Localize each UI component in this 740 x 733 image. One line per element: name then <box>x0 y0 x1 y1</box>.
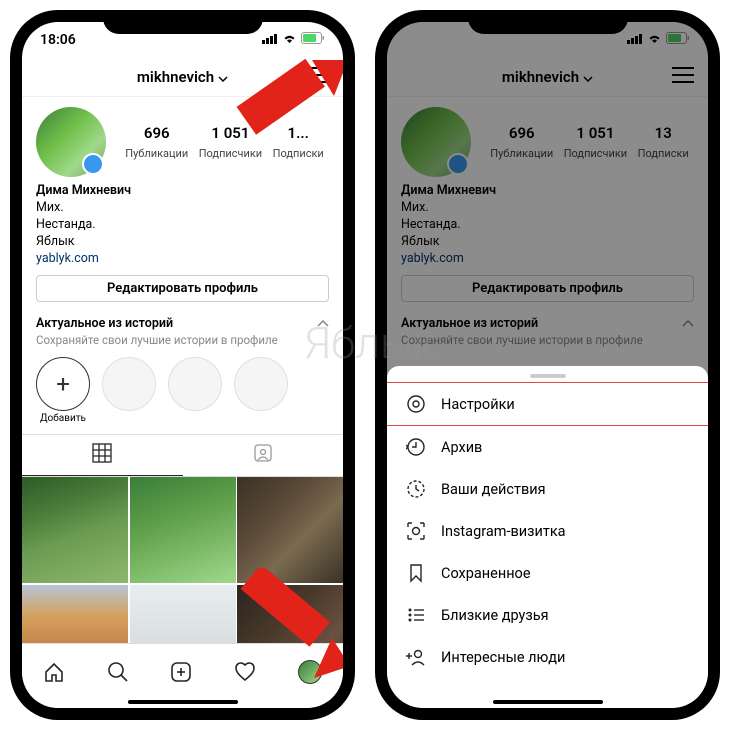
grid-photo[interactable] <box>237 477 343 583</box>
profile-tabs <box>22 434 343 477</box>
stat-followers[interactable]: 1 051 Подписчики <box>199 124 262 161</box>
gear-icon <box>405 394 427 414</box>
highlights-section: Актуальное из историй Сохраняйте свои лу… <box>22 310 343 428</box>
profile-row: 696 Публикации 1 051 Подписчики 1... Под… <box>22 97 343 183</box>
menu-label: Интересные люди <box>441 649 565 666</box>
bio-line: Мих. <box>36 200 329 217</box>
highlight-placeholder <box>102 357 156 411</box>
highlight-add-label: Добавить <box>36 413 90 424</box>
highlight-placeholder <box>234 357 288 411</box>
profile-avatar[interactable] <box>36 107 106 177</box>
highlights-title: Актуальное из историй <box>36 316 173 331</box>
nav-add[interactable] <box>170 661 192 683</box>
edit-profile-button[interactable]: Редактировать профиль <box>36 275 329 302</box>
tab-grid[interactable] <box>22 435 183 476</box>
menu-discover[interactable]: Интересные люди <box>387 636 708 678</box>
add-person-icon <box>405 647 427 667</box>
menu-nametag[interactable]: Instagram-визитка <box>387 510 708 552</box>
bottom-nav <box>22 643 343 708</box>
chevron-down-icon <box>218 68 228 86</box>
profile-header: mikhnevich <box>22 58 343 97</box>
list-icon <box>405 605 427 625</box>
bio-section: Дима Михневич Мих. Нестанда. Яблык yably… <box>22 183 343 267</box>
bio-line: Нестанда. <box>36 217 329 234</box>
menu-close-friends[interactable]: Близкие друзья <box>387 594 708 636</box>
bio-link[interactable]: yablyk.com <box>36 251 329 268</box>
sheet-handle[interactable] <box>530 374 566 378</box>
battery-icon <box>301 32 325 48</box>
highlight-add-button[interactable]: + <box>36 357 90 411</box>
chevron-up-icon[interactable] <box>317 316 329 331</box>
signal-icon <box>262 32 278 48</box>
username-text: mikhnevich <box>137 68 214 86</box>
menu-label: Ваши действия <box>441 481 546 498</box>
nav-search[interactable] <box>107 661 129 683</box>
menu-sheet: Настройки Архив Ваши действия Instagram-… <box>387 366 708 708</box>
hamburger-menu-button[interactable] <box>307 66 329 88</box>
nav-profile[interactable] <box>298 660 322 684</box>
home-indicator <box>493 700 603 704</box>
username-dropdown[interactable]: mikhnevich <box>137 68 228 86</box>
menu-label: Настройки <box>441 396 515 413</box>
menu-settings[interactable]: Настройки <box>387 382 708 426</box>
nametag-icon <box>405 521 427 541</box>
highlights-subtitle: Сохраняйте свои лучшие истории в профиле <box>36 333 329 347</box>
screen-right: mikhnevich 696 Публикации 1 051 Подписчи… <box>387 22 708 708</box>
phone-right: mikhnevich 696 Публикации 1 051 Подписчи… <box>375 10 720 720</box>
tab-tagged[interactable] <box>183 435 344 476</box>
stat-following[interactable]: 1... Подписки <box>273 124 324 161</box>
archive-icon <box>405 437 427 457</box>
bio-name: Дима Михневич <box>36 183 329 200</box>
menu-label: Instagram-визитка <box>441 523 566 540</box>
menu-saved[interactable]: Сохраненное <box>387 552 708 594</box>
nav-home[interactable] <box>43 661 65 683</box>
wifi-icon <box>282 32 297 48</box>
grid-photo[interactable] <box>130 477 236 583</box>
menu-label: Архив <box>441 439 482 456</box>
status-time: 18:06 <box>40 32 76 48</box>
grid-photo[interactable] <box>22 477 128 583</box>
stat-posts[interactable]: 696 Публикации <box>125 124 188 161</box>
highlight-placeholder <box>168 357 222 411</box>
screen-left: 18:06 mikhnevich 696 Публикации <box>22 22 343 708</box>
activity-icon <box>405 479 427 499</box>
nav-activity[interactable] <box>234 661 256 683</box>
menu-activity[interactable]: Ваши действия <box>387 468 708 510</box>
menu-label: Близкие друзья <box>441 607 549 624</box>
bookmark-icon <box>405 563 427 583</box>
menu-label: Сохраненное <box>441 565 531 582</box>
phone-left: 18:06 mikhnevich 696 Публикации <box>10 10 355 720</box>
home-indicator <box>128 700 238 704</box>
menu-archive[interactable]: Архив <box>387 426 708 468</box>
bio-line: Яблык <box>36 234 329 251</box>
